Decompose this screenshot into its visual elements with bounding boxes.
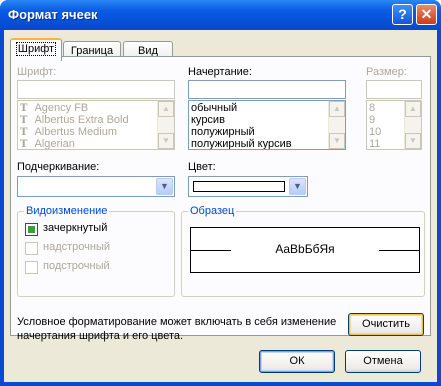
scroll-up-icon[interactable]: ▲ [329, 101, 345, 117]
ok-button[interactable]: ОК [259, 350, 335, 373]
list-item[interactable]: 10 [369, 126, 381, 138]
help-icon: ? [398, 6, 407, 22]
list-item[interactable]: T Albertus Extra Bold [20, 114, 129, 126]
preview-title: Образец [188, 205, 237, 217]
list-item[interactable]: 11 [369, 138, 380, 149]
truetype-icon: T [20, 127, 28, 138]
indeterminate-mark [28, 226, 35, 233]
strikethrough-label[interactable]: зачеркнутый [43, 222, 107, 234]
help-button[interactable]: ? [392, 4, 413, 25]
preview-sample: AaBbБбЯя [275, 242, 335, 256]
list-item[interactable]: T Albertus Medium [20, 126, 117, 138]
subscript-label[interactable]: подстрочный [43, 260, 110, 272]
scroll-up-icon[interactable]: ▲ [158, 101, 174, 117]
superscript-checkbox[interactable] [25, 242, 38, 255]
preview-box: AaBbБбЯя [190, 227, 420, 273]
list-item[interactable]: 9 [369, 114, 375, 126]
size-input[interactable] [366, 80, 422, 99]
preview-group: Образец AaBbБбЯя [181, 205, 425, 297]
list-item[interactable]: обычный [191, 102, 237, 114]
close-icon: ✕ [420, 6, 433, 22]
chevron-down-icon[interactable]: ▼ [289, 178, 306, 195]
tab-font[interactable]: Шрифт [10, 38, 62, 61]
list-item[interactable]: полужирный [191, 126, 255, 138]
truetype-icon: T [20, 115, 28, 126]
color-swatch [193, 181, 285, 192]
color-label: Цвет: [188, 161, 216, 173]
color-select[interactable]: ▼ [188, 176, 308, 197]
tab-panel-font: Шрифт: T Agency FB T Albertus Extra Bold… [10, 56, 431, 342]
conditional-format-note: Условное форматирование может включать в… [17, 316, 337, 342]
close-button[interactable]: ✕ [416, 4, 437, 25]
size-label: Размер: [366, 66, 407, 78]
strikethrough-checkbox[interactable] [25, 223, 38, 236]
underline-label: Подчеркивание: [17, 161, 100, 173]
underline-select[interactable]: ▼ [17, 176, 175, 197]
scroll-up-icon[interactable]: ▲ [405, 101, 421, 117]
list-item[interactable]: 8 [369, 102, 375, 114]
title-bar[interactable]: Формат ячеек ? ✕ [0, 0, 441, 30]
scroll-down-icon[interactable]: ▼ [158, 133, 174, 149]
effects-group: Видоизменение зачеркнутый надстрочный по… [17, 205, 175, 297]
superscript-label[interactable]: надстрочный [43, 241, 110, 253]
style-list[interactable]: обычный курсив полужирный полужирный кур… [188, 100, 346, 150]
truetype-icon: T [20, 103, 28, 114]
subscript-checkbox[interactable] [25, 261, 38, 274]
style-label: Начертание: [188, 66, 252, 78]
style-input[interactable] [188, 80, 346, 99]
dialog-window: Формат ячеек ? ✕ Шрифт Граница Вид Шрифт… [0, 0, 441, 386]
list-item[interactable]: T Algerian [20, 138, 75, 150]
font-input[interactable] [17, 80, 175, 99]
size-list-scrollbar[interactable]: ▲ ▼ [404, 101, 421, 149]
scroll-down-icon[interactable]: ▼ [329, 133, 345, 149]
style-list-scrollbar[interactable]: ▲ ▼ [328, 101, 345, 149]
scroll-down-icon[interactable]: ▼ [405, 133, 421, 149]
font-label: Шрифт: [17, 66, 57, 78]
chevron-down-icon[interactable]: ▼ [156, 178, 173, 195]
effects-title: Видоизменение [24, 205, 110, 217]
clear-button[interactable]: Очистить [348, 313, 424, 336]
font-list-scrollbar[interactable]: ▲ ▼ [157, 101, 174, 149]
dialog-body: Шрифт Граница Вид Шрифт: T Agency FB T A… [4, 30, 437, 382]
font-list[interactable]: T Agency FB T Albertus Extra Bold T Albe… [17, 100, 175, 150]
dialog-title: Формат ячеек [8, 7, 98, 22]
size-list[interactable]: 8 9 10 11 ▲ ▼ [366, 100, 422, 150]
list-item[interactable]: полужирный курсив [191, 138, 292, 149]
list-item[interactable]: курсив [191, 114, 225, 126]
list-item[interactable]: T Agency FB [20, 102, 88, 114]
cancel-button[interactable]: Отмена [345, 350, 421, 373]
truetype-icon: T [20, 139, 28, 150]
